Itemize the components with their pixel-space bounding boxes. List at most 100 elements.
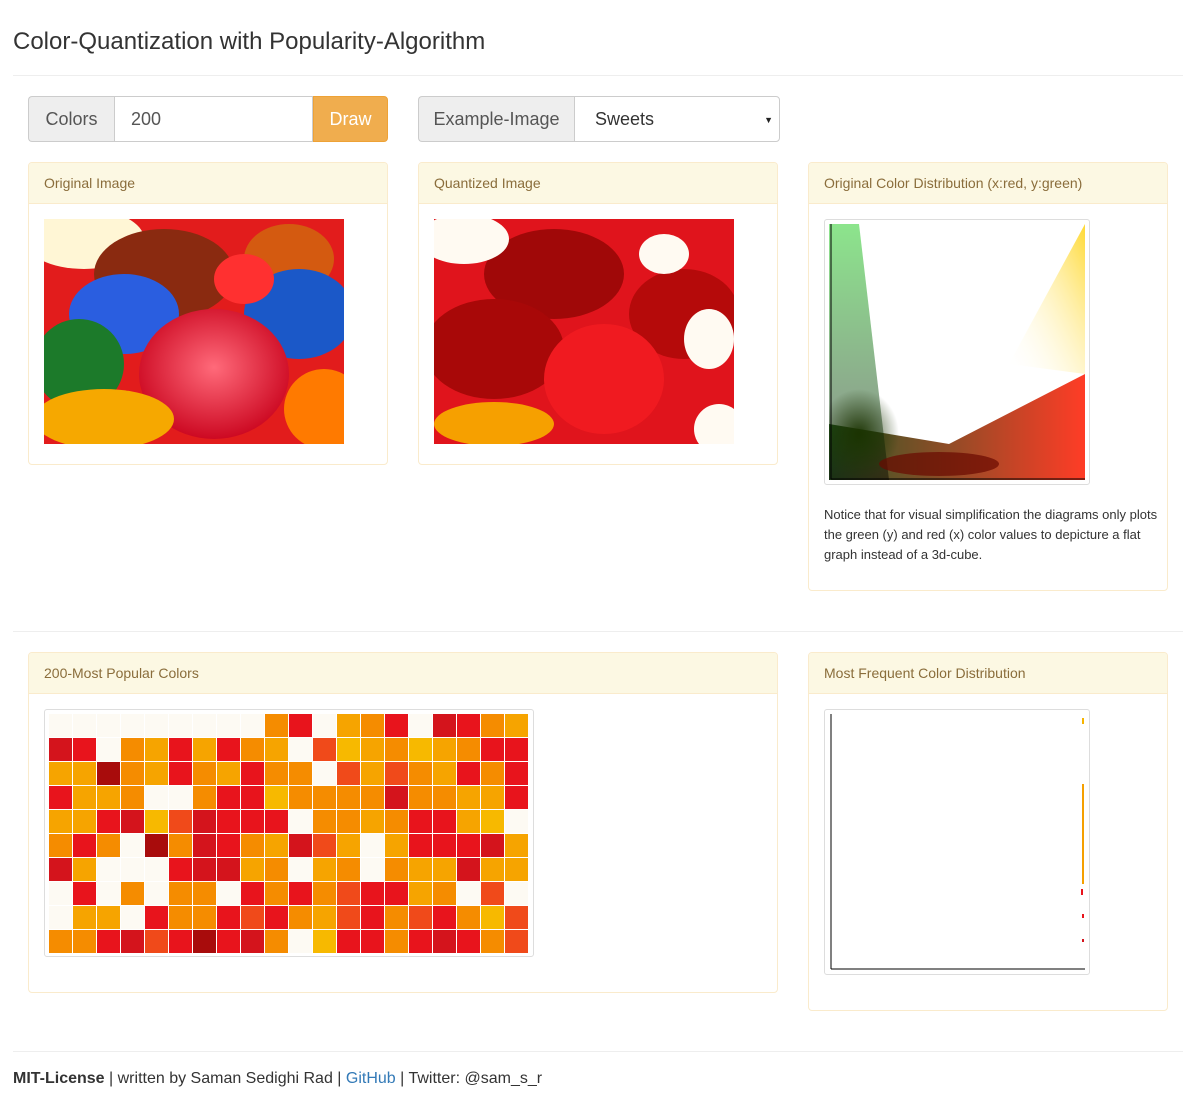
palette-swatch (97, 738, 120, 761)
palette-swatch (145, 738, 168, 761)
palette-swatch (505, 882, 528, 905)
palette-swatch (241, 834, 264, 857)
example-image-select[interactable]: Sweets ▼ (574, 96, 780, 142)
palette-swatch (409, 762, 432, 785)
palette-swatch (313, 738, 336, 761)
palette-swatch (313, 906, 336, 929)
palette-swatch (169, 882, 192, 905)
palette-swatch (217, 810, 240, 833)
page-title: Color-Quantization with Popularity-Algor… (13, 28, 486, 55)
palette-swatch (457, 882, 480, 905)
palette-swatch (385, 930, 408, 953)
palette-swatch (49, 762, 72, 785)
license-label: MIT-License (13, 1070, 105, 1087)
palette-swatch (337, 738, 360, 761)
palette-swatch (241, 786, 264, 809)
palette-swatch (49, 738, 72, 761)
palette-swatch (409, 858, 432, 881)
palette-swatch (313, 930, 336, 953)
colors-label: Colors (28, 96, 114, 142)
palette-swatch (169, 762, 192, 785)
example-image-selected: Sweets (595, 108, 655, 129)
palette-swatch (145, 834, 168, 857)
palette-swatch (481, 810, 504, 833)
palette-swatch (97, 930, 120, 953)
palette-swatch (505, 738, 528, 761)
palette-swatch (217, 834, 240, 857)
palette-swatch (313, 786, 336, 809)
palette-swatch (49, 858, 72, 881)
palette-swatch (361, 714, 384, 737)
palette-swatch (361, 762, 384, 785)
palette-swatch (73, 906, 96, 929)
palette-swatch (121, 906, 144, 929)
color-distribution-plot (819, 224, 1085, 480)
color-distribution-heading: Original Color Distribution (x:red, y:gr… (809, 163, 1167, 204)
palette-swatch (241, 810, 264, 833)
palette-swatch (385, 714, 408, 737)
palette-swatch (241, 930, 264, 953)
palette-swatch (313, 714, 336, 737)
palette-swatch (49, 810, 72, 833)
palette-swatch (241, 762, 264, 785)
palette-swatch (385, 858, 408, 881)
original-image (44, 219, 344, 444)
palette-swatch (265, 810, 288, 833)
palette-swatch (457, 738, 480, 761)
draw-button[interactable]: Draw (313, 96, 388, 142)
palette-swatch (145, 762, 168, 785)
palette-swatch (241, 738, 264, 761)
twitter-text: | Twitter: @sam_s_r (395, 1070, 543, 1087)
palette-swatch (289, 930, 312, 953)
palette-swatch (193, 882, 216, 905)
palette-swatch (361, 834, 384, 857)
palette-swatch (241, 858, 264, 881)
palette-swatch (457, 930, 480, 953)
palette-swatch (73, 882, 96, 905)
colors-count-input[interactable]: 200 (114, 96, 313, 142)
palette-swatch (289, 810, 312, 833)
palette-swatch (265, 906, 288, 929)
palette-swatch (97, 714, 120, 737)
palette-swatch (73, 786, 96, 809)
frequent-distribution-panel: Most Frequent Color Distribution (808, 652, 1168, 1011)
palette-swatch (97, 858, 120, 881)
palette-swatch (217, 858, 240, 881)
palette-swatch (409, 714, 432, 737)
palette-swatch (361, 930, 384, 953)
palette-swatch (169, 738, 192, 761)
palette-swatch (385, 882, 408, 905)
palette-swatch (145, 882, 168, 905)
palette-swatch (409, 930, 432, 953)
palette-swatch (313, 858, 336, 881)
palette-swatch (121, 834, 144, 857)
palette-swatch (409, 810, 432, 833)
palette-swatch (505, 930, 528, 953)
palette-swatch (313, 762, 336, 785)
palette-swatch (193, 738, 216, 761)
palette-swatch (457, 834, 480, 857)
palette-swatch (289, 738, 312, 761)
palette-swatch (217, 738, 240, 761)
palette-swatch (481, 858, 504, 881)
palette-swatch (169, 906, 192, 929)
palette-swatch (49, 906, 72, 929)
palette-swatch (49, 882, 72, 905)
header-divider (13, 75, 1183, 76)
palette-swatch (385, 810, 408, 833)
palette-swatch (265, 882, 288, 905)
palette-swatch (49, 786, 72, 809)
github-link[interactable]: GitHub (346, 1070, 396, 1087)
palette-swatch (457, 786, 480, 809)
palette-swatch (73, 714, 96, 737)
palette-swatch (73, 762, 96, 785)
frequent-thumbnail (824, 709, 1090, 975)
palette-swatch (337, 858, 360, 881)
palette-swatch (361, 906, 384, 929)
palette-swatch (457, 858, 480, 881)
palette-swatch (433, 714, 456, 737)
popular-colors-panel: 200-Most Popular Colors (28, 652, 778, 993)
palette-swatch (289, 714, 312, 737)
palette-swatch (121, 714, 144, 737)
palette-swatch (457, 810, 480, 833)
